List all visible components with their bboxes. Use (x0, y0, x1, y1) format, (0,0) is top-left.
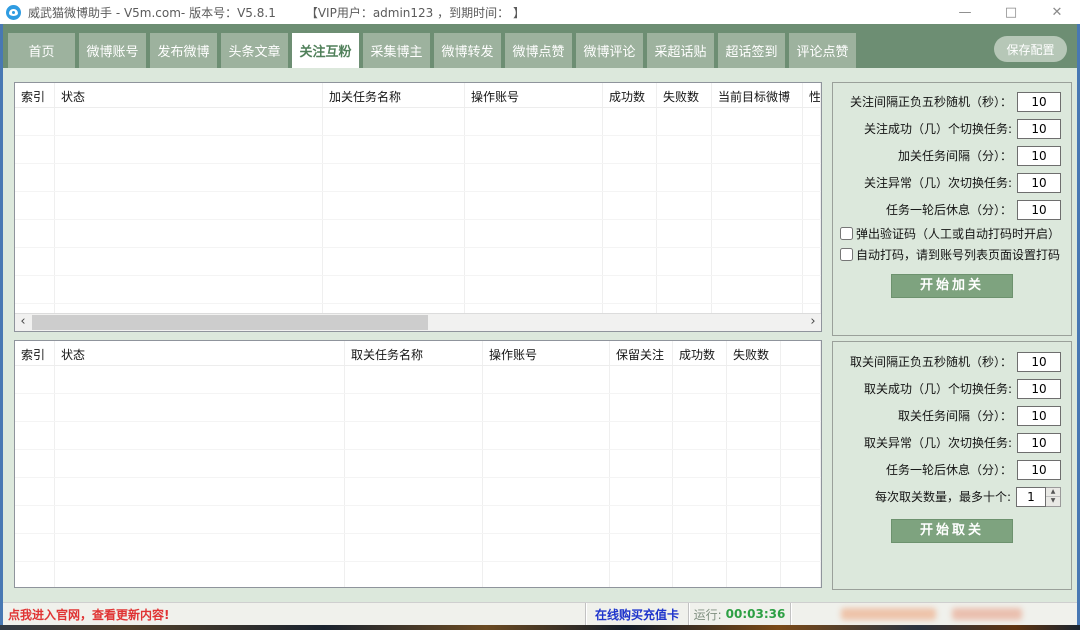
unfollow-rest-input[interactable] (1017, 460, 1061, 480)
unfollow-interval-input[interactable] (1017, 352, 1061, 372)
auto-captcha-label: 自动打码，请到账号列表页面设置打码 (856, 246, 1060, 263)
scroll-right-icon[interactable]: › (805, 314, 821, 331)
tab-weibo-like[interactable]: 微博点赞 (505, 33, 572, 68)
tab-follow-mutual[interactable]: 关注互粉 (292, 33, 359, 68)
unfollow-rest-label: 任务一轮后休息（分）： (837, 461, 1012, 478)
unfollow-count-input[interactable] (1016, 487, 1046, 507)
scrollbar-thumb[interactable] (32, 315, 428, 330)
start-follow-button[interactable]: 开始加关 (891, 274, 1013, 298)
tab-weibo-comment[interactable]: 微博评论 (576, 33, 643, 68)
run-time: 00:03:36 (726, 607, 786, 621)
column-header-fail-count: 失败数 (727, 341, 781, 587)
unfollow-error-switch-label: 取关异常（几）次切换任务: (837, 434, 1012, 451)
column-header-status: 状态 (55, 83, 323, 331)
run-label: 运行: (694, 606, 722, 623)
follow-error-switch-label: 关注异常（几）次切换任务: (837, 174, 1012, 191)
tab-home[interactable]: 首页 (8, 33, 75, 68)
spinner-down-icon[interactable]: ▼ (1046, 497, 1060, 506)
column-header-operating-account: 操作账号 (483, 341, 610, 587)
tab-weibo-repost[interactable]: 微博转发 (434, 33, 501, 68)
title-bar: 威武猫微博助手 - V5m.com- 版本号：V5.8.1 【VIP用户：adm… (0, 0, 1080, 24)
column-header-current-target: 当前目标微博 (712, 83, 803, 331)
blurred-text (952, 608, 1022, 620)
unfollow-task-interval-input[interactable] (1017, 406, 1061, 426)
status-bar: 点我进入官网，查看更新内容! 在线购买充值卡 运行: 00:03:36 (0, 602, 1080, 625)
column-header-gender: 性别 (803, 83, 821, 331)
tab-publish-weibo[interactable]: 发布微博 (150, 33, 217, 68)
unfollow-count-label: 每次取关数量，最多十个: (837, 488, 1011, 505)
column-header-operating-account: 操作账号 (465, 83, 603, 331)
window-title: 威武猫微博助手 - V5m.com- 版本号：V5.8.1 (28, 4, 276, 21)
unfollow-interval-label: 取关间隔正负五秒随机（秒）： (837, 353, 1012, 370)
follow-success-switch-input[interactable] (1017, 119, 1061, 139)
close-button[interactable]: ✕ (1034, 0, 1080, 24)
follow-interval-label: 关注间隔正负五秒随机（秒）： (837, 93, 1012, 110)
unfollow-task-table: 索引 状态 取关任务名称 操作账号 保留关注 成功数 失败数 (14, 340, 822, 588)
unfollow-success-switch-label: 取关成功（几）个切换任务: (837, 380, 1012, 397)
start-unfollow-button[interactable]: 开始取关 (891, 519, 1013, 543)
update-notice-link[interactable]: 点我进入官网，查看更新内容! (8, 606, 169, 623)
follow-interval-input[interactable] (1017, 92, 1061, 112)
column-header-keep-following: 保留关注 (610, 341, 673, 587)
unfollow-count-spinner: ▲ ▼ (1046, 487, 1061, 507)
popup-captcha-checkbox[interactable] (840, 227, 853, 240)
follow-task-interval-input[interactable] (1017, 146, 1061, 166)
window-controls: — □ ✕ (942, 0, 1080, 24)
buy-card-link[interactable]: 在线购买充值卡 (595, 606, 679, 623)
column-header-status: 状态 (55, 341, 345, 587)
unfollow-success-switch-input[interactable] (1017, 379, 1061, 399)
horizontal-scrollbar[interactable]: ‹ › (15, 313, 821, 331)
unfollow-error-switch-input[interactable] (1017, 433, 1061, 453)
unfollow-settings-panel: 取关间隔正负五秒随机（秒）： 取关成功（几）个切换任务: 取关任务间隔（分）： … (832, 341, 1072, 590)
tab-weibo-account[interactable]: 微博账号 (79, 33, 146, 68)
follow-task-interval-label: 加关任务间隔（分）： (837, 147, 1012, 164)
unfollow-task-interval-label: 取关任务间隔（分）： (837, 407, 1012, 424)
column-header-success-count: 成功数 (603, 83, 657, 331)
column-header-unfollow-task-name: 取关任务名称 (345, 341, 483, 587)
tab-comment-like[interactable]: 评论点赞 (789, 33, 856, 68)
tab-supertopic-checkin[interactable]: 超话签到 (718, 33, 785, 68)
tab-bar: 首页 微博账号 发布微博 头条文章 关注互粉 采集博主 微博转发 微博点赞 微博… (0, 24, 1080, 68)
main-content: 索引 状态 加关任务名称 操作账号 成功数 失败数 当前目标微博 性别 ‹ › … (0, 68, 1080, 602)
desktop-background-strip (0, 625, 1080, 630)
follow-rest-label: 任务一轮后休息（分）： (837, 201, 1012, 218)
follow-rest-input[interactable] (1017, 200, 1061, 220)
window-left-edge (0, 24, 3, 625)
vip-info: 【VIP用户：admin123 ，到期时间： 】 (306, 4, 525, 21)
tab-collect-supertopic[interactable]: 采超话贴 (647, 33, 714, 68)
column-header-follow-task-name: 加关任务名称 (323, 83, 465, 331)
maximize-button[interactable]: □ (988, 0, 1034, 24)
auto-captcha-checkbox[interactable] (840, 248, 853, 261)
scroll-left-icon[interactable]: ‹ (15, 314, 31, 331)
censored-contact-area (790, 603, 1080, 625)
save-config-button[interactable]: 保存配置 (994, 36, 1067, 62)
column-header-empty (781, 341, 821, 587)
tab-headline-article[interactable]: 头条文章 (221, 33, 288, 68)
follow-success-switch-label: 关注成功（几）个切换任务: (837, 120, 1012, 137)
column-header-index: 索引 (15, 83, 55, 331)
app-logo-icon (6, 5, 21, 20)
follow-error-switch-input[interactable] (1017, 173, 1061, 193)
column-header-success-count: 成功数 (673, 341, 727, 587)
follow-settings-panel: 关注间隔正负五秒随机（秒）： 关注成功（几）个切换任务: 加关任务间隔（分）： … (832, 82, 1072, 336)
follow-task-table: 索引 状态 加关任务名称 操作账号 成功数 失败数 当前目标微博 性别 ‹ › (14, 82, 822, 332)
column-header-fail-count: 失败数 (657, 83, 712, 331)
minimize-button[interactable]: — (942, 0, 988, 24)
column-header-index: 索引 (15, 341, 55, 587)
tab-collect-blogger[interactable]: 采集博主 (363, 33, 430, 68)
blurred-text (841, 608, 936, 620)
popup-captcha-label: 弹出验证码（人工或自动打码时开启） (856, 225, 1060, 242)
spinner-up-icon[interactable]: ▲ (1046, 488, 1060, 498)
